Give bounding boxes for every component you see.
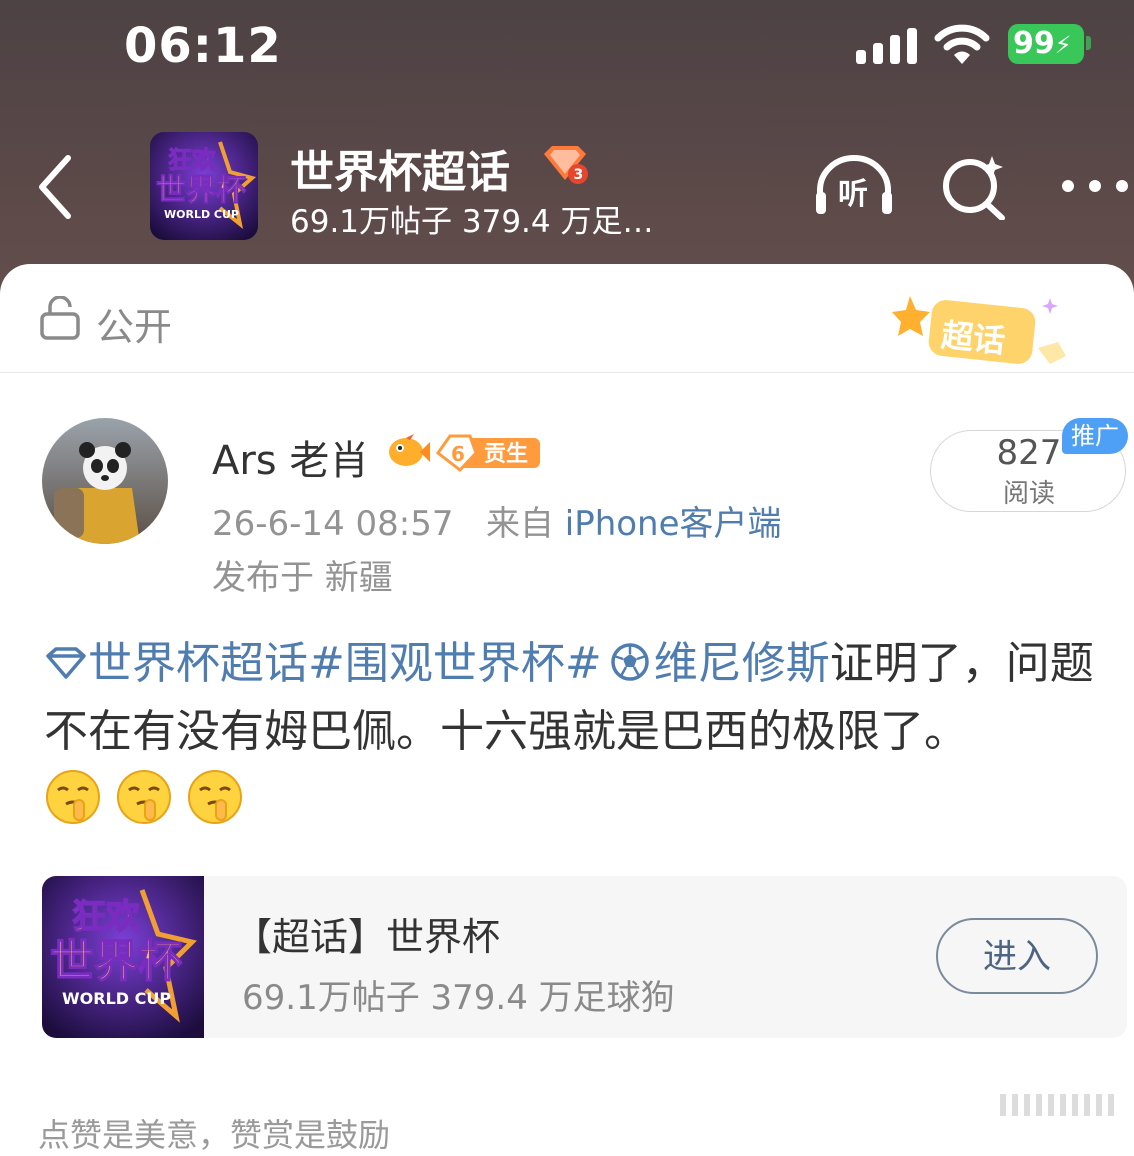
reads-label: 阅读	[1002, 479, 1055, 509]
more-dots-icon[interactable]	[1060, 178, 1130, 194]
fish-badge-icon	[389, 434, 430, 466]
svg-text:6: 6	[451, 442, 465, 466]
svg-text:听: 听	[838, 177, 868, 212]
svg-text:贡生: 贡生	[484, 442, 528, 467]
diamond-topic-icon	[46, 647, 86, 679]
svg-text:狂欢: 狂欢	[72, 897, 140, 937]
chevron-left-icon[interactable]	[34, 152, 76, 222]
avatar[interactable]	[42, 418, 168, 544]
svg-text:世界杯: 世界杯	[156, 173, 246, 208]
shush-emoji-icon	[188, 770, 243, 824]
hashtag-link[interactable]: #围观世界杯#	[308, 638, 602, 689]
section-divider	[0, 372, 1134, 373]
source-prefix: 来自	[485, 504, 554, 544]
headphones-listen-icon[interactable]: 听	[814, 154, 894, 218]
topic-thumbnail[interactable]: 狂欢 世界杯 WORLD CUP	[150, 132, 258, 240]
battery-indicator: 99⚡	[1008, 24, 1084, 64]
contributor-level-badge: 6 贡生	[436, 434, 540, 472]
supertopic-card[interactable]: 狂欢 世界杯 WORLD CUP 【超话】世界杯 69.1万帖子 379.4 万…	[42, 876, 1127, 1038]
svg-text:3: 3	[574, 167, 584, 183]
post-timestamp: 26-6-14 08:57	[212, 504, 454, 544]
card-title: 【超话】世界杯	[234, 915, 501, 959]
post-location: 发布于 新疆	[212, 558, 393, 598]
status-time: 06:12	[124, 18, 282, 74]
search-sparkle-icon[interactable]	[940, 152, 1008, 220]
client-source-link[interactable]: iPhone客户端	[565, 504, 782, 544]
footer-text: 点赞是美意，赞赏是鼓励	[38, 1116, 391, 1154]
soccer-ball-icon	[610, 643, 649, 681]
supertopic-sticker: 超话	[892, 296, 1066, 364]
wifi-icon	[934, 24, 990, 64]
visibility-label: 公开	[96, 305, 173, 349]
enter-button[interactable]: 进入	[936, 918, 1098, 994]
svg-text:世界杯: 世界杯	[50, 936, 182, 987]
svg-text:狂欢: 狂欢	[168, 146, 217, 174]
promo-tag: 推广	[1062, 418, 1128, 454]
post-body: 世界杯超话#围观世界杯# 维尼修斯证明了，问题不在有没有姆巴佩。十六强就是巴西的极…	[44, 630, 1124, 766]
page-title: 世界杯超话	[290, 147, 510, 198]
svg-text:WORLD CUP: WORLD CUP	[62, 989, 171, 1008]
diamond-rank-badge-icon: 3	[544, 146, 588, 184]
shush-emoji-icon	[46, 770, 100, 824]
shush-emoji-icon	[117, 770, 172, 824]
svg-text:超话: 超话	[940, 316, 1008, 360]
card-thumbnail: 狂欢 世界杯 WORLD CUP	[42, 876, 204, 1038]
post-meta: 26-6-14 08:57 来自 iPhone客户端	[212, 496, 782, 545]
battery-tip	[1086, 36, 1091, 50]
username[interactable]: Ars 老肖	[212, 428, 369, 486]
unlocked-lock-icon	[40, 296, 80, 340]
mention-link[interactable]: 维尼修斯	[654, 638, 830, 689]
watermark-stripes	[1000, 1094, 1114, 1116]
svg-text:WORLD CUP: WORLD CUP	[164, 208, 239, 221]
emoji-row	[44, 768, 252, 826]
cellular-signal-icon	[856, 28, 917, 64]
card-stats: 69.1万帖子 379.4 万足球狗	[242, 978, 675, 1018]
topic-link[interactable]: 世界杯超话	[44, 638, 308, 689]
topic-stats: 69.1万帖子 379.4 万足…	[290, 204, 654, 240]
